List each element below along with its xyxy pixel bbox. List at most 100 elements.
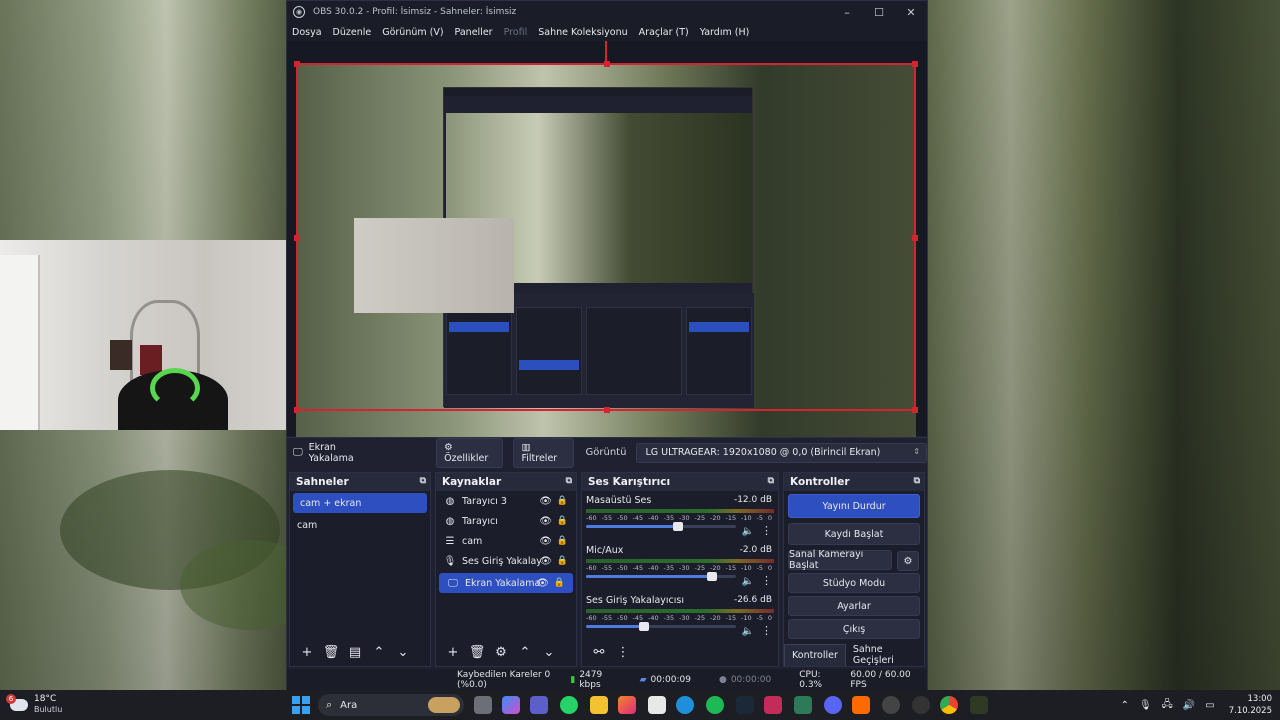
menu-profile[interactable]: Profil bbox=[504, 27, 528, 38]
undock-icon[interactable]: ⧉ bbox=[420, 476, 426, 486]
app-icon[interactable] bbox=[794, 696, 812, 714]
lock-icon[interactable]: 🔒 bbox=[557, 516, 568, 526]
slider-knob[interactable] bbox=[639, 622, 650, 631]
taskbar-search[interactable]: ⌕ Ara bbox=[318, 694, 464, 716]
up-icon[interactable]: ⌃ bbox=[514, 645, 536, 660]
speaker-icon[interactable]: 🔈 bbox=[742, 626, 754, 637]
slider-knob[interactable] bbox=[706, 572, 717, 581]
lock-icon[interactable]: 🔒 bbox=[557, 556, 568, 566]
up-icon[interactable]: ⌃ bbox=[368, 645, 390, 660]
lock-icon[interactable]: 🔒 bbox=[557, 496, 568, 506]
battery-icon[interactable]: ▭ bbox=[1205, 700, 1214, 711]
network-icon[interactable]: 🖧 bbox=[1162, 697, 1173, 714]
settings-button[interactable]: Ayarlar bbox=[788, 596, 920, 616]
maximize-button[interactable]: ☐ bbox=[863, 6, 895, 19]
down-icon[interactable]: ⌄ bbox=[538, 645, 560, 660]
studio-mode-button[interactable]: Stüdyo Modu bbox=[788, 573, 920, 593]
source-item[interactable]: 🎙 Ses Giriş Yakalayıcısı 👁 🔒 bbox=[436, 551, 576, 571]
close-button[interactable]: ✕ bbox=[895, 6, 927, 19]
menu-view[interactable]: Görünüm (V) bbox=[382, 27, 443, 38]
discord-icon[interactable] bbox=[824, 696, 842, 714]
more-icon[interactable]: ⋮ bbox=[761, 524, 772, 537]
weather-widget[interactable]: 6 18°C Bulutlu bbox=[6, 693, 62, 715]
task-view-icon[interactable] bbox=[474, 696, 492, 714]
undock-icon[interactable]: ⧉ bbox=[566, 476, 572, 486]
spotify-icon[interactable] bbox=[706, 696, 724, 714]
filters-button[interactable]: ▥ Filtreler bbox=[513, 437, 574, 468]
store-icon[interactable] bbox=[648, 696, 666, 714]
scene-item[interactable]: cam + ekran bbox=[293, 493, 427, 513]
file-explorer-icon[interactable] bbox=[590, 696, 608, 714]
rotation-handle[interactable] bbox=[605, 41, 607, 63]
trash-icon[interactable]: 🗑 bbox=[320, 645, 342, 660]
teams-icon[interactable] bbox=[530, 696, 548, 714]
display-select[interactable]: LG ULTRAGEAR: 1920x1080 @ 0,0 (Birincil … bbox=[636, 442, 927, 463]
add-icon[interactable]: + bbox=[296, 645, 318, 660]
menu-help[interactable]: Yardım (H) bbox=[700, 27, 750, 38]
menu-tools[interactable]: Araçlar (T) bbox=[639, 27, 689, 38]
stream-icon: ▰ bbox=[639, 674, 647, 685]
start-button[interactable] bbox=[292, 696, 310, 714]
more-icon[interactable]: ⋮ bbox=[761, 574, 772, 587]
whatsapp-icon[interactable] bbox=[560, 696, 578, 714]
source-item[interactable]: ☰ cam 👁 🔒 bbox=[436, 531, 576, 551]
edge-icon[interactable] bbox=[676, 696, 694, 714]
obs-icon[interactable] bbox=[912, 696, 930, 714]
mic-icon[interactable]: 🎙 bbox=[1139, 700, 1152, 711]
volume-slider[interactable] bbox=[586, 622, 736, 631]
eye-icon[interactable]: 👁 bbox=[539, 496, 552, 507]
eye-icon[interactable]: 👁 bbox=[536, 578, 549, 589]
start-record-button[interactable]: Kaydı Başlat bbox=[788, 523, 920, 545]
lock-icon[interactable]: 🔒 bbox=[554, 578, 565, 588]
trash-icon[interactable]: 🗑 bbox=[466, 645, 488, 660]
down-icon[interactable]: ⌄ bbox=[392, 645, 414, 660]
volume-icon[interactable]: 🔊 bbox=[1183, 700, 1195, 711]
mixer-header: Ses Karıştırıcı ⧉ bbox=[582, 473, 778, 491]
more-icon[interactable]: ⋮ bbox=[612, 645, 634, 660]
volume-slider[interactable] bbox=[586, 522, 736, 531]
steam-icon[interactable] bbox=[736, 696, 754, 714]
source-item[interactable]: 🖵 Ekran Yakalama 👁 🔒 bbox=[439, 573, 573, 593]
exit-button[interactable]: Çıkış bbox=[788, 619, 920, 639]
link-icon[interactable]: ⚯ bbox=[588, 645, 610, 660]
lock-icon[interactable]: 🔒 bbox=[557, 536, 568, 546]
undock-icon[interactable]: ⧉ bbox=[914, 476, 920, 486]
eye-icon[interactable]: 👁 bbox=[539, 516, 552, 527]
preview-canvas[interactable] bbox=[287, 41, 927, 451]
source-item[interactable]: ◍ Tarayıcı 👁 🔒 bbox=[436, 511, 576, 531]
menu-file[interactable]: Dosya bbox=[292, 27, 322, 38]
tab-scene-transitions[interactable]: Sahne Geçişleri bbox=[846, 644, 924, 666]
properties-button[interactable]: ⚙ Özellikler bbox=[436, 437, 504, 468]
app-icon[interactable] bbox=[882, 696, 900, 714]
eye-icon[interactable]: 👁 bbox=[539, 536, 552, 547]
minimize-button[interactable]: – bbox=[831, 6, 863, 19]
clock[interactable]: 13:00 7.10.2025 bbox=[1229, 693, 1272, 717]
slider-knob[interactable] bbox=[672, 522, 683, 531]
chrome-icon[interactable] bbox=[940, 696, 958, 714]
menu-edit[interactable]: Düzenle bbox=[333, 27, 372, 38]
virtual-camera-button[interactable]: Sanal Kamerayı Başlat ⚙ bbox=[788, 549, 919, 571]
valorant-icon[interactable] bbox=[764, 696, 782, 714]
menu-scene-collection[interactable]: Sahne Koleksiyonu bbox=[538, 27, 627, 38]
app-icon[interactable] bbox=[970, 696, 988, 714]
volume-slider[interactable] bbox=[586, 572, 736, 581]
copilot-icon[interactable] bbox=[502, 696, 520, 714]
meter-tick: -10 bbox=[741, 564, 752, 572]
chevron-up-icon[interactable]: ⌃ bbox=[1121, 700, 1129, 711]
tab-controls[interactable]: Kontroller bbox=[784, 644, 846, 666]
stop-stream-button[interactable]: Yayını Durdur bbox=[788, 494, 920, 518]
menu-docks[interactable]: Paneller bbox=[455, 27, 493, 38]
add-icon[interactable]: + bbox=[442, 645, 464, 660]
instagram-icon[interactable] bbox=[618, 696, 636, 714]
filter-icon[interactable]: ▤ bbox=[344, 645, 366, 660]
speaker-icon[interactable]: 🔈 bbox=[742, 576, 754, 587]
source-item[interactable]: ◍ Tarayıcı 3 👁 🔒 bbox=[436, 491, 576, 511]
eye-icon[interactable]: 👁 bbox=[539, 556, 552, 567]
scene-item[interactable]: cam bbox=[290, 515, 430, 535]
app-icon[interactable] bbox=[852, 696, 870, 714]
more-icon[interactable]: ⋮ bbox=[761, 624, 772, 637]
gear-icon[interactable]: ⚙ bbox=[897, 551, 919, 571]
gear-icon[interactable]: ⚙ bbox=[490, 645, 512, 660]
undock-icon[interactable]: ⧉ bbox=[768, 476, 774, 486]
speaker-icon[interactable]: 🔈 bbox=[742, 526, 754, 537]
